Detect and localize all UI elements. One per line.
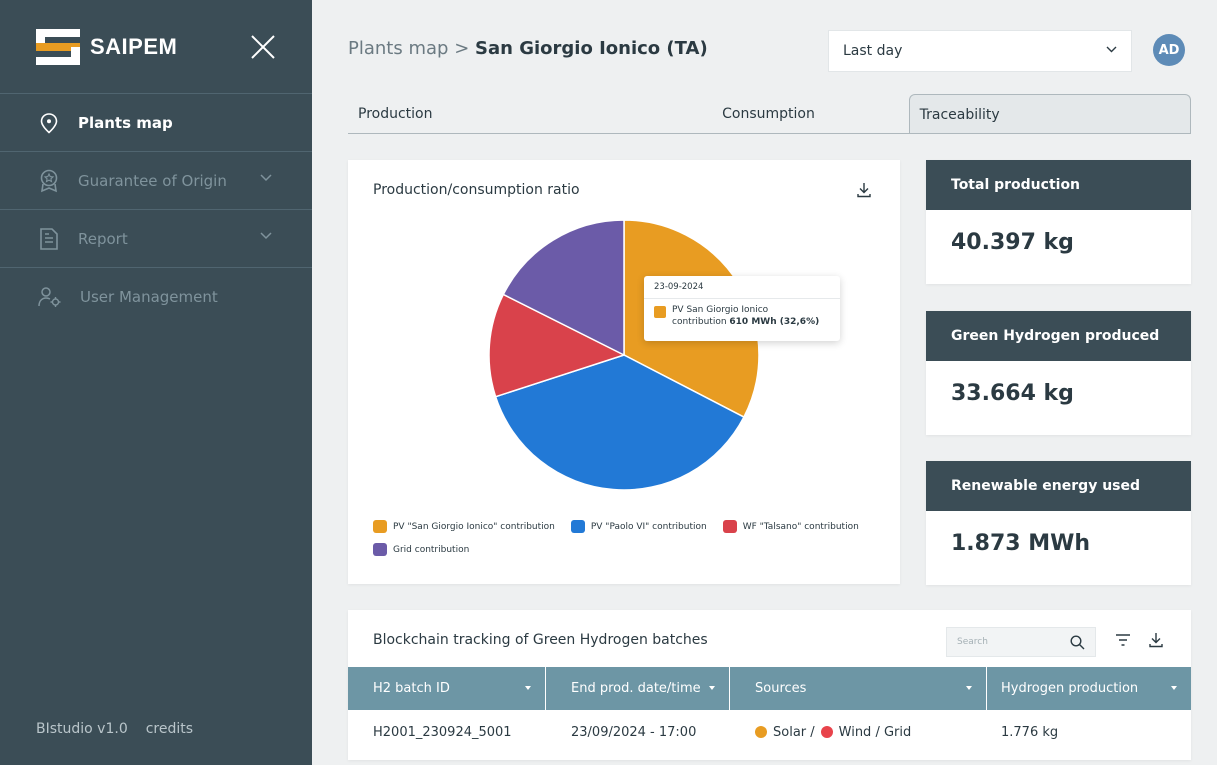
saipem-logo-icon: [36, 28, 80, 65]
kpi-card-renewable-energy: Renewable energy used 1.873 MWh: [926, 461, 1191, 585]
topbar: Plants map > San Giorgio Ionico (TA) Las…: [348, 26, 1191, 74]
sidebar-item-label: Plants map: [78, 113, 173, 132]
kpi-value: 33.664 kg: [951, 381, 1074, 406]
period-select-value: Last day: [843, 43, 903, 59]
tab-bar: Production Consumption Traceability: [348, 94, 1191, 134]
column-header-batch-id[interactable]: H2 batch ID: [348, 667, 546, 710]
sidebar-item-label: User Management: [80, 288, 218, 306]
chevron-down-icon: [260, 174, 272, 182]
sidebar-item-label: Guarantee of Origin: [78, 171, 227, 190]
tab-consumption[interactable]: Consumption: [628, 94, 908, 133]
sidebar-item-report[interactable]: Report: [0, 210, 312, 268]
column-label: Sources: [755, 681, 807, 696]
kpi-title: Renewable energy used: [926, 461, 1191, 511]
cell-production: 1.776 kg: [1001, 724, 1059, 740]
tooltip-line1: PV San Giorgio Ionico: [672, 305, 769, 315]
sidebar-item-plants-map[interactable]: Plants map: [0, 94, 312, 152]
legend-swatch: [373, 543, 387, 556]
kpi-card-total-production: Total production 40.397 kg: [926, 160, 1191, 284]
legend-label: WF "Talsano" contribution: [742, 521, 859, 532]
legend-swatch: [722, 520, 737, 533]
document-icon: [40, 227, 58, 250]
batches-table-card: Blockchain tracking of Green Hydrogen ba…: [348, 610, 1191, 760]
source-solar: Solar /: [773, 724, 815, 740]
user-settings-icon: [38, 287, 61, 307]
breadcrumb-root[interactable]: Plants map: [348, 38, 448, 59]
kpi-card-green-hydrogen: Green Hydrogen produced 33.664 kg: [926, 311, 1191, 435]
legend-label: PV "San Giorgio Ionico" contribution: [393, 521, 555, 532]
solar-dot-icon: [755, 726, 767, 738]
logo: SAIPEM: [36, 28, 178, 65]
legend-swatch: [570, 520, 585, 533]
sidebar-item-guarantee-of-origin[interactable]: Guarantee of Origin: [0, 152, 312, 210]
cell-batch-id: H2001_230924_5001: [373, 724, 512, 740]
legend-label: PV "Paolo VI" contribution: [590, 521, 707, 532]
sort-caret-icon: [525, 686, 531, 690]
version-label: BIstudio v1.0: [36, 721, 128, 737]
table-row[interactable]: H2001_230924_5001 23/09/2024 - 17:00 Sol…: [348, 710, 1191, 754]
sidebar-header: SAIPEM: [0, 0, 312, 94]
cell-sources: Solar / Wind / Grid: [730, 710, 987, 754]
search-input[interactable]: Search: [946, 627, 1096, 657]
chart-legend: PV "San Giorgio Ionico" contribution PV "…: [373, 520, 883, 556]
column-label: End prod. date/time: [571, 681, 701, 696]
table-header: H2 batch ID End prod. date/time Sources …: [348, 667, 1191, 710]
credits-link[interactable]: credits: [146, 721, 193, 737]
tooltip-line2-prefix: contribution: [672, 316, 730, 327]
column-header-sources[interactable]: Sources: [730, 667, 987, 710]
chart-title: Production/consumption ratio: [373, 182, 580, 198]
sort-caret-icon: [1171, 686, 1177, 690]
kpi-value: 40.397 kg: [951, 230, 1074, 255]
legend-item[interactable]: PV "San Giorgio Ionico" contribution: [373, 520, 555, 533]
search-icon[interactable]: [1070, 635, 1085, 650]
column-label: Hydrogen production: [1001, 681, 1139, 696]
source-wind-grid: Wind / Grid: [838, 724, 912, 740]
filter-icon[interactable]: [1116, 634, 1130, 646]
legend-label: Grid contribution: [393, 544, 470, 555]
sidebar-item-label: Report: [78, 229, 128, 248]
table-title: Blockchain tracking of Green Hydrogen ba…: [373, 632, 708, 648]
sidebar-item-user-management[interactable]: User Management: [0, 268, 312, 326]
chevron-down-icon: [1106, 46, 1117, 53]
legend-swatch: [373, 520, 387, 533]
cell-end-time: 23/09/2024 - 17:00: [571, 724, 697, 740]
sort-caret-icon: [709, 686, 715, 690]
breadcrumb-separator: >: [454, 38, 470, 59]
chart-card: Production/consumption ratio 23-09-2024 …: [348, 160, 900, 584]
tooltip-date: 23-09-2024: [644, 276, 840, 299]
tooltip-line2-value: 610 MWh (32,6%): [729, 316, 820, 327]
logo-text: SAIPEM: [90, 33, 178, 59]
sort-caret-icon: [966, 686, 972, 690]
sidebar-footer: BIstudio v1.0 credits: [36, 721, 193, 737]
kpi-title: Green Hydrogen produced: [926, 311, 1191, 361]
breadcrumb-current: San Giorgio Ionico (TA): [475, 38, 708, 59]
breadcrumb: Plants map > San Giorgio Ionico (TA): [348, 38, 708, 59]
chevron-down-icon: [260, 232, 272, 240]
legend-item[interactable]: PV "Paolo VI" contribution: [570, 520, 707, 533]
tooltip-swatch: [654, 306, 666, 318]
close-icon[interactable]: [250, 34, 276, 60]
kpi-value: 1.873 MWh: [951, 531, 1091, 556]
kpi-title: Total production: [926, 160, 1191, 210]
search-placeholder: Search: [957, 637, 988, 647]
period-select[interactable]: Last day: [828, 30, 1132, 72]
download-icon[interactable]: [856, 182, 872, 198]
pie-chart: [488, 219, 760, 491]
legend-item[interactable]: Grid contribution: [373, 543, 469, 556]
location-pin-icon: [40, 112, 58, 134]
sidebar: SAIPEM Plants map Guarantee of Origin Re…: [0, 0, 312, 765]
wind-dot-icon: [820, 726, 833, 738]
tab-traceability[interactable]: Traceability: [908, 94, 1191, 133]
chart-tooltip: 23-09-2024 PV San Giorgio Ionico contrib…: [644, 276, 840, 341]
avatar[interactable]: AD: [1153, 34, 1185, 66]
column-header-hydrogen-production[interactable]: Hydrogen production: [987, 667, 1191, 710]
badge-icon: [40, 169, 58, 192]
column-header-end-time[interactable]: End prod. date/time: [546, 667, 730, 710]
tab-production[interactable]: Production: [348, 94, 628, 133]
download-icon[interactable]: [1148, 632, 1164, 648]
legend-item[interactable]: WF "Talsano" contribution: [722, 520, 859, 533]
column-label: H2 batch ID: [373, 681, 450, 696]
